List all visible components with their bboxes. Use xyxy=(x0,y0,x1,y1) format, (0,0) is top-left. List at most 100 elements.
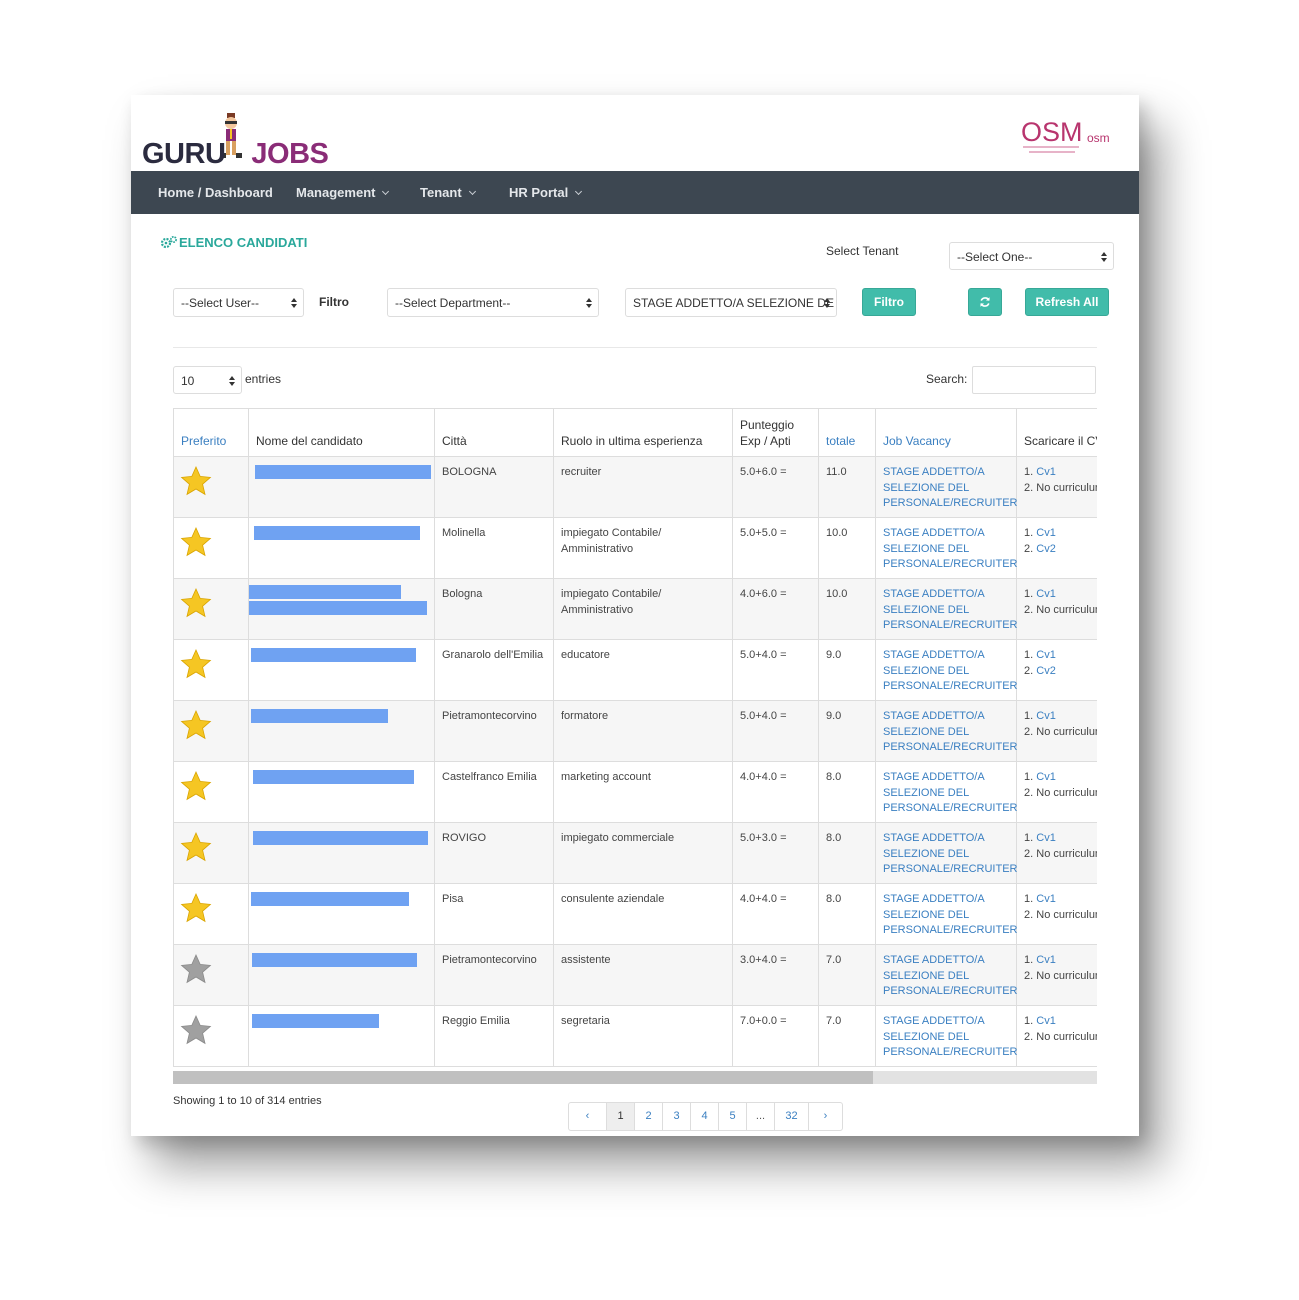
nav-hr-portal[interactable]: HR Portal xyxy=(509,171,583,214)
table-row[interactable]: Castelfranco Emilia marketing account 4.0+… xyxy=(173,761,1097,823)
job-vacancy-link[interactable]: STAGE ADDETTO/A SELEZIONE DEL PERSONALE/RE… xyxy=(875,578,1017,640)
search-input[interactable] xyxy=(972,366,1096,394)
vacancy-select[interactable]: STAGE ADDETTO/A SELEZIONE DE xyxy=(625,288,837,317)
job-vacancy-link[interactable]: STAGE ADDETTO/A SELEZIONE DEL PERSONALE/RE… xyxy=(875,517,1017,579)
candidate-name-cell[interactable] xyxy=(248,761,435,823)
star-filled-icon[interactable] xyxy=(180,526,212,558)
cv1-link[interactable]: Cv1 xyxy=(1036,588,1056,600)
pagination-page[interactable]: 3 xyxy=(662,1103,690,1130)
pagination-page[interactable]: 4 xyxy=(690,1103,718,1130)
cv1-link[interactable]: Cv1 xyxy=(1036,771,1056,783)
favorite-cell[interactable] xyxy=(173,639,249,701)
col-nome[interactable]: Nome del candidato xyxy=(248,408,435,457)
favorite-cell[interactable] xyxy=(173,822,249,884)
user-select[interactable]: --Select User-- xyxy=(173,288,304,317)
table-row[interactable]: BOLOGNA recruiter 5.0+6.0 = 11.0 STAGE ADDET… xyxy=(173,456,1097,518)
reload-button[interactable] xyxy=(968,288,1002,316)
star-empty-icon[interactable] xyxy=(180,953,212,985)
col-totale[interactable]: totale xyxy=(818,408,876,457)
table-row[interactable]: Reggio Emilia segretaria 7.0+0.0 = 7.0 STAGE… xyxy=(173,1005,1097,1067)
nav-home-dashboard[interactable]: Home / Dashboard xyxy=(158,171,273,214)
candidate-name-cell[interactable] xyxy=(248,822,435,884)
table-row[interactable]: Bologna impiegato Contabile/ Amministrati… xyxy=(173,578,1097,640)
pagination-prev[interactable]: ‹ xyxy=(569,1103,606,1130)
candidate-name-cell[interactable] xyxy=(248,883,435,945)
favorite-cell[interactable] xyxy=(173,517,249,579)
table-row[interactable]: Pisa consulente aziendale 4.0+4.0 = 8.0 STAG… xyxy=(173,883,1097,945)
cv1-link[interactable]: Cv1 xyxy=(1036,1015,1056,1027)
job-vacancy-link[interactable]: STAGE ADDETTO/A SELEZIONE DEL PERSONALE/RE… xyxy=(875,639,1017,701)
col-job-vacancy[interactable]: Job Vacancy xyxy=(875,408,1017,457)
col-ruolo[interactable]: Ruolo in ultima esperienza xyxy=(553,408,733,457)
col-punteggio[interactable]: Punteggio Exp / Apti xyxy=(732,408,819,457)
job-vacancy-link[interactable]: STAGE ADDETTO/A SELEZIONE DEL PERSONALE/RE… xyxy=(875,700,1017,762)
cv1-link[interactable]: Cv1 xyxy=(1036,466,1056,478)
department-select[interactable]: --Select Department-- xyxy=(387,288,599,317)
star-filled-icon[interactable] xyxy=(180,587,212,619)
no-curriculum-text: No curriculum xyxy=(1036,481,1097,494)
table-row[interactable]: Pietramontecorvino formatore 5.0+4.0 = 9.0 S… xyxy=(173,700,1097,762)
candidate-name-cell[interactable] xyxy=(248,639,435,701)
col-preferito[interactable]: Preferito xyxy=(173,408,249,457)
candidate-name-cell[interactable] xyxy=(248,456,435,518)
star-filled-icon[interactable] xyxy=(180,709,212,741)
col-scaricare-cv[interactable]: Scaricare il CV xyxy=(1016,408,1097,457)
job-vacancy-link[interactable]: STAGE ADDETTO/A SELEZIONE DEL PERSONALE/RE… xyxy=(875,456,1017,518)
nav-management[interactable]: Management xyxy=(296,171,390,214)
pagination-page[interactable]: 2 xyxy=(634,1103,662,1130)
favorite-cell[interactable] xyxy=(173,944,249,1006)
favorite-cell[interactable] xyxy=(173,578,249,640)
favorite-cell[interactable] xyxy=(173,700,249,762)
star-empty-icon[interactable] xyxy=(180,1014,212,1046)
cv1-link[interactable]: Cv1 xyxy=(1036,710,1056,722)
gurujobs-logo[interactable]: GURU JOBS xyxy=(142,111,329,171)
star-filled-icon[interactable] xyxy=(180,831,212,863)
cv1-link[interactable]: Cv1 xyxy=(1036,893,1056,905)
select-arrows-icon xyxy=(229,376,235,386)
candidate-name-cell[interactable] xyxy=(248,1005,435,1067)
favorite-cell[interactable] xyxy=(173,761,249,823)
cv1-link[interactable]: Cv1 xyxy=(1036,527,1056,539)
refresh-all-button[interactable]: Refresh All xyxy=(1025,288,1109,316)
horizontal-scrollbar[interactable] xyxy=(173,1071,1097,1084)
table-row[interactable]: Pietramontecorvino assistente 3.0+4.0 = 7.0… xyxy=(173,944,1097,1006)
score-cell: 3.0+4.0 = xyxy=(732,944,819,1006)
nav-tenant[interactable]: Tenant xyxy=(420,171,476,214)
job-vacancy-link[interactable]: STAGE ADDETTO/A SELEZIONE DEL PERSONALE/RE… xyxy=(875,1005,1017,1067)
cv1-link[interactable]: Cv1 xyxy=(1036,832,1056,844)
pagination-ellipsis[interactable]: ... xyxy=(746,1103,774,1130)
cv1-link[interactable]: Cv1 xyxy=(1036,954,1056,966)
job-vacancy-link[interactable]: STAGE ADDETTO/A SELEZIONE DEL PERSONALE/RE… xyxy=(875,761,1017,823)
favorite-cell[interactable] xyxy=(173,883,249,945)
cv2-link[interactable]: Cv2 xyxy=(1036,665,1056,677)
table-row[interactable]: Granarolo dell'Emilia educatore 5.0+4.0 = 9… xyxy=(173,639,1097,701)
star-filled-icon[interactable] xyxy=(180,648,212,680)
star-filled-icon[interactable] xyxy=(180,892,212,924)
favorite-cell[interactable] xyxy=(173,456,249,518)
cv1-link[interactable]: Cv1 xyxy=(1036,649,1056,661)
job-vacancy-link[interactable]: STAGE ADDETTO/A SELEZIONE DEL PERSONALE/RE… xyxy=(875,883,1017,945)
star-filled-icon[interactable] xyxy=(180,770,212,802)
candidate-name-cell[interactable] xyxy=(248,517,435,579)
pagination-page[interactable]: 32 xyxy=(774,1103,808,1130)
job-vacancy-link[interactable]: STAGE ADDETTO/A SELEZIONE DEL PERSONALE/RE… xyxy=(875,822,1017,884)
candidate-name-cell[interactable] xyxy=(248,700,435,762)
pagination-page[interactable]: 1 xyxy=(606,1103,634,1130)
tenant-select[interactable]: --Select One-- xyxy=(949,242,1114,270)
pagination-page[interactable]: 5 xyxy=(718,1103,746,1130)
star-filled-icon[interactable] xyxy=(180,465,212,497)
table-row[interactable]: Molinella impiegato Contabile/ Amministra… xyxy=(173,517,1097,579)
job-vacancy-link[interactable]: STAGE ADDETTO/A SELEZIONE DEL PERSONALE/RE… xyxy=(875,944,1017,1006)
role-cell: formatore xyxy=(553,700,733,762)
pagination-next[interactable]: › xyxy=(808,1103,842,1130)
filtro-button[interactable]: Filtro xyxy=(862,288,916,316)
table-row[interactable]: ROVIGO impiegato commerciale 5.0+3.0 = 8.0 S… xyxy=(173,822,1097,884)
entries-length-select[interactable]: 10 xyxy=(173,366,242,394)
candidate-name-cell[interactable] xyxy=(248,578,435,640)
favorite-cell[interactable] xyxy=(173,1005,249,1067)
candidate-name-cell[interactable] xyxy=(248,944,435,1006)
redacted-name xyxy=(249,585,401,599)
scrollbar-thumb[interactable] xyxy=(173,1071,873,1084)
cv2-link[interactable]: Cv2 xyxy=(1036,543,1056,555)
col-citta[interactable]: Città xyxy=(434,408,554,457)
